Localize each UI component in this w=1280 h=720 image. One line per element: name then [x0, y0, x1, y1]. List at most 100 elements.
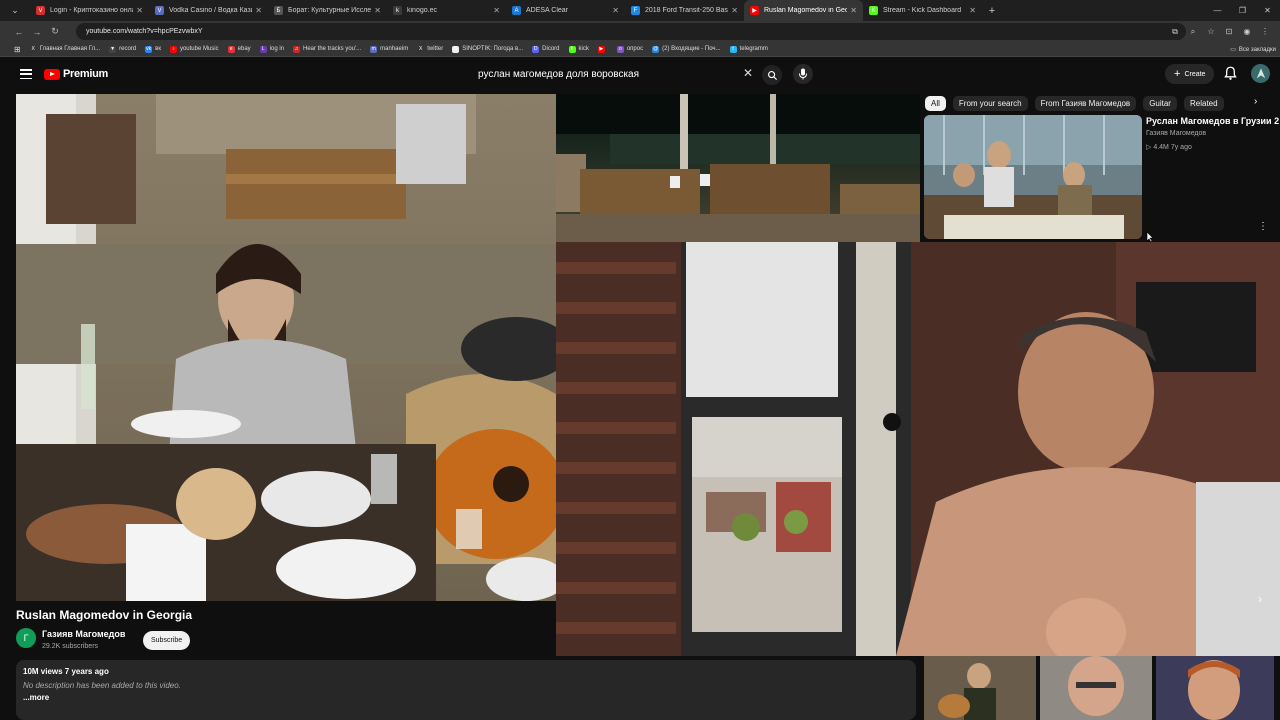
avatar-image-icon [1256, 67, 1265, 78]
show-more-link[interactable]: ...more [23, 693, 909, 702]
browser-tab[interactable]: Б Борат: Культурные Исследов✕ [268, 0, 387, 21]
voice-search-button[interactable] [793, 64, 813, 84]
related-video-thumbnail[interactable] [924, 115, 1142, 239]
tab-favicon-icon: K [869, 6, 878, 15]
related-thumbnails-row[interactable] [924, 656, 1274, 720]
more-actions-icon[interactable]: ⋮ [1258, 221, 1268, 232]
description-box[interactable]: 10M views 7 years ago No description has… [16, 660, 916, 720]
bookmark-item[interactable]: e ebay [227, 45, 251, 53]
search-icon [767, 70, 777, 80]
forward-icon[interactable]: → [28, 27, 46, 37]
search-input[interactable]: руслан магомедов доля воровская [470, 64, 762, 85]
bookmark-favicon-icon: о [616, 45, 624, 53]
extensions-icon[interactable]: ⊡ [1220, 27, 1238, 36]
minimize-icon[interactable]: — [1205, 0, 1230, 21]
tab-title: Stream - Kick Dashboard [883, 7, 962, 14]
bookmark-label: Hear the tracks you'... [303, 46, 362, 52]
bookmark-star-icon[interactable]: ☆ [1202, 27, 1220, 36]
restore-icon[interactable]: ❐ [1230, 0, 1255, 21]
bookmark-item[interactable]: ♫ Hear the tracks you'... [293, 45, 362, 53]
install-app-icon[interactable]: ⧉ [1166, 27, 1184, 37]
subscribe-button[interactable]: Subscribe [143, 631, 191, 650]
related-video-channel[interactable]: Газияв Магомедов [1146, 130, 1206, 137]
filter-chip[interactable]: Guitar [1143, 95, 1177, 111]
bookmark-label: record [119, 46, 137, 52]
channel-name[interactable]: Газияв Магомедов [42, 629, 125, 639]
bookmark-favicon-icon: @ [652, 45, 660, 53]
browser-tab[interactable]: K Stream - Kick Dashboard ✕ [863, 0, 982, 21]
bookmark-item[interactable]: Xtwitter [417, 45, 443, 53]
clear-search-icon[interactable]: ✕ [743, 66, 753, 80]
tab-favicon-icon: k [393, 6, 402, 15]
close-tab-icon[interactable]: ✕ [612, 6, 619, 15]
browser-tab[interactable]: V Vodka Casino / Водка Казино✕ [149, 0, 268, 21]
video-player[interactable] [16, 94, 556, 601]
bookmark-item[interactable]: ▼ record [109, 45, 137, 53]
bookmark-favicon-icon: k [568, 45, 576, 53]
browser-tab[interactable]: F 2018 Ford Transit-250 Base w/✕ [625, 0, 744, 21]
close-window-icon[interactable]: ✕ [1255, 0, 1280, 21]
bookmark-item[interactable]: D Dicord [532, 45, 560, 53]
tab-title: Ruslan Magomedov in Geo [764, 7, 848, 14]
bookmark-item[interactable]: t telegramm [729, 45, 768, 53]
chevron-right-icon[interactable]: › [1254, 96, 1257, 107]
browser-tab[interactable]: V Login - Криптоказино онлай ✕ [30, 0, 149, 21]
back-icon[interactable]: ← [10, 27, 28, 37]
filter-chip[interactable]: Related [1183, 95, 1224, 111]
close-tab-icon[interactable]: ✕ [731, 6, 738, 15]
all-bookmarks-link[interactable]: ▭ Все закладки [1230, 42, 1276, 57]
bookmark-item[interactable]: о опрос [616, 45, 644, 53]
chevron-down-right-icon[interactable]: › [1258, 592, 1262, 606]
tab-favicon-icon: V [36, 6, 45, 15]
notifications-bell-icon[interactable] [1224, 66, 1237, 80]
bookmark-item[interactable]: S SINOPTIK: Погода в... [452, 45, 524, 53]
tab-search-icon[interactable]: ⌄ [0, 0, 30, 21]
profile-icon[interactable]: ◉ [1238, 27, 1256, 36]
close-tab-icon[interactable]: ✕ [493, 6, 500, 15]
filter-chip[interactable]: All [925, 95, 946, 111]
browser-tab[interactable]: ▶ Ruslan Magomedov in Geo ✕ [744, 0, 863, 21]
channel-avatar[interactable]: Г [16, 628, 36, 648]
bookmark-label: kick [578, 46, 589, 52]
bookmark-item[interactable]: vk вк [145, 45, 161, 53]
webcam-overlay [556, 242, 1280, 656]
filter-chip[interactable]: From Газияв Магомедов [1034, 95, 1137, 111]
youtube-logo[interactable]: Premium [44, 68, 108, 80]
bookmark-favicon-icon: m [370, 45, 378, 53]
close-tab-icon[interactable]: ✕ [255, 6, 262, 15]
close-tab-icon[interactable]: ✕ [136, 6, 143, 15]
bookmark-item[interactable]: m manhaeim [370, 45, 408, 53]
filter-chip[interactable]: From your search [952, 95, 1028, 111]
video-frame [16, 94, 556, 601]
search-button[interactable] [762, 65, 782, 85]
tab-favicon-icon: Б [274, 6, 283, 15]
bookmark-item[interactable]: @ (2) Входящие - Поч... [652, 45, 721, 53]
bookmark-label: опрос [626, 46, 644, 52]
new-tab-button[interactable]: + [982, 5, 1002, 17]
account-avatar[interactable] [1251, 64, 1270, 83]
bookmark-label: (2) Входящие - Поч... [662, 46, 721, 52]
reload-icon[interactable]: ↻ [46, 26, 64, 37]
browser-tab[interactable]: k kinogo.ec ✕ [387, 0, 506, 21]
bookmark-item[interactable]: ♪ youtube Music [169, 45, 219, 53]
browser-tab[interactable]: A ADESA Clear ✕ [506, 0, 625, 21]
bookmark-item[interactable]: k kick [568, 45, 589, 53]
zoom-icon[interactable]: ⌕ [1184, 27, 1202, 37]
related-video-title[interactable]: Руслан Магомедов в Грузии 2 [1146, 116, 1279, 126]
plus-icon: + [1174, 68, 1181, 80]
create-button[interactable]: + Create [1165, 64, 1215, 84]
bookmark-item[interactable]: Llog in [259, 45, 284, 53]
tab-title: kinogo.ec [407, 7, 437, 14]
close-tab-icon[interactable]: ✕ [850, 6, 857, 15]
browser-menu-icon[interactable]: ⋮ [1256, 27, 1274, 36]
close-tab-icon[interactable]: ✕ [969, 6, 976, 15]
address-bar[interactable]: youtube.com/watch?v=hpcPEzvwbxY [76, 23, 1186, 40]
bookmark-favicon-icon: ▼ [109, 45, 117, 53]
close-tab-icon[interactable]: ✕ [374, 6, 381, 15]
bookmark-favicon-icon: e [227, 45, 235, 53]
bookmark-label: SINOPTIK: Погода в... [462, 46, 524, 52]
bookmark-item[interactable]: X Главная Главная Гл... [29, 45, 100, 53]
apps-grid-icon[interactable]: ⊞ [14, 45, 21, 54]
menu-icon[interactable] [20, 69, 32, 79]
bookmark-item[interactable]: ▶ [597, 45, 608, 53]
